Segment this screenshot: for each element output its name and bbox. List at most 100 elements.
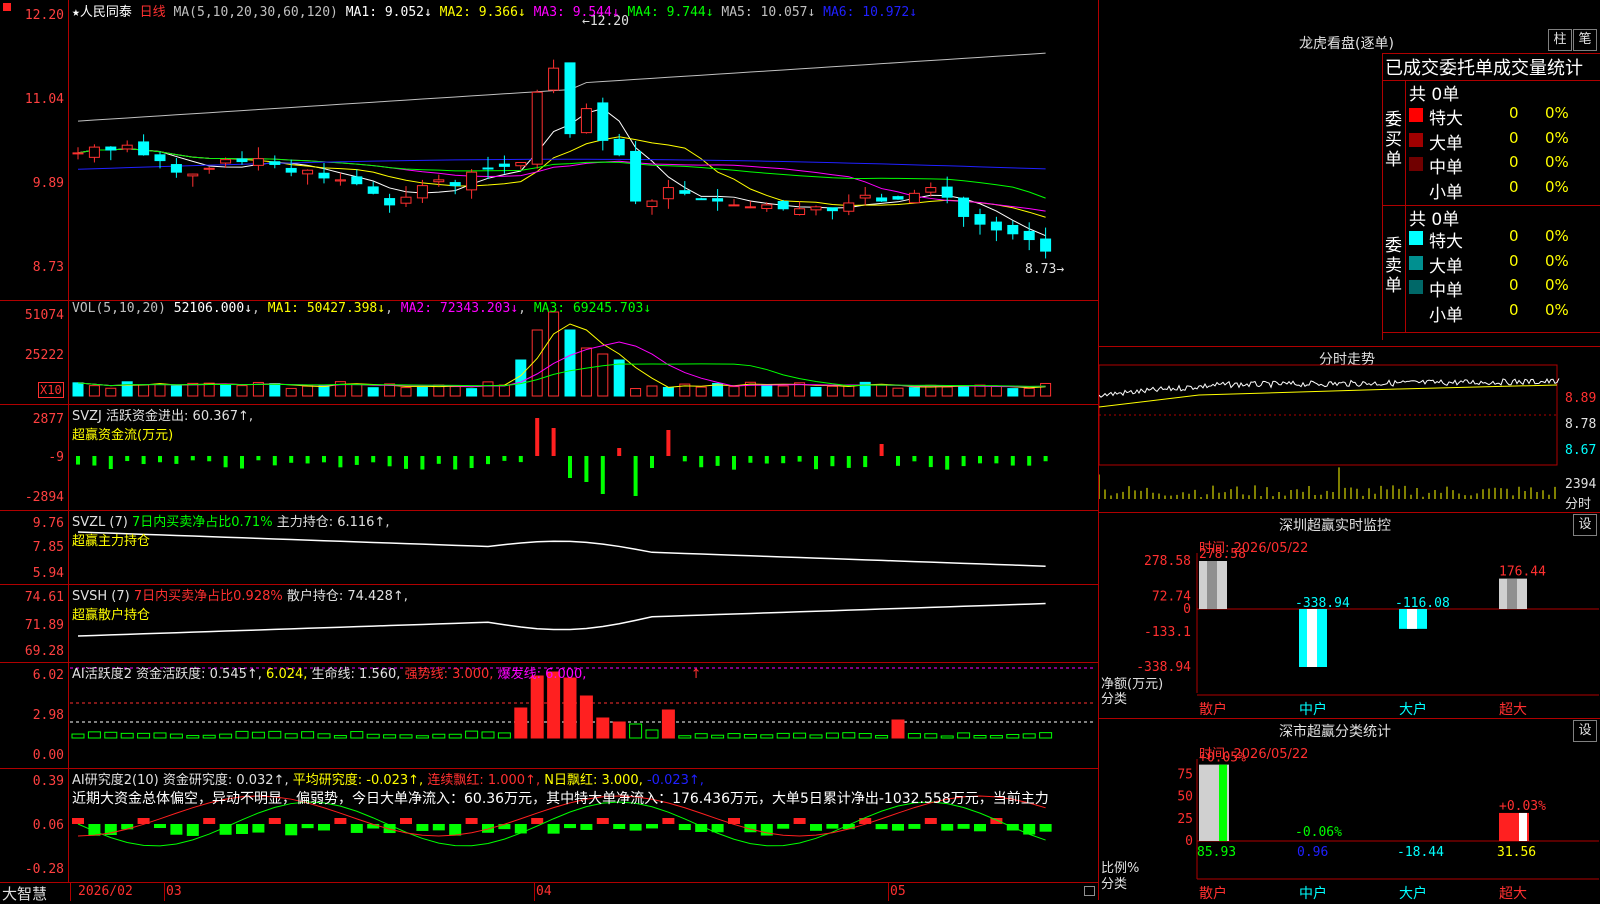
sell-side-label: 委卖单 — [1385, 236, 1402, 296]
flow-bar — [338, 456, 343, 468]
activity-bar — [776, 732, 790, 739]
price-pane[interactable]: 12.20 11.04 9.89 8.73 ★人民同泰 日线 MA(5,10,2… — [0, 0, 1098, 301]
ai-active-header: AI活跃度2 资金活跃度: 0.545↑, 6.024, 生命线: 1.560,… — [72, 663, 702, 682]
activity-bar — [645, 729, 659, 739]
activity-bar — [235, 730, 249, 739]
flow-bar — [666, 430, 671, 456]
volume-bar — [367, 387, 379, 397]
sz-classify-chart[interactable]: 75 50 25 0 +0.05% 85.93 散户 -0.06% 0.96 中户 -18.44 大户… — [1099, 719, 1600, 901]
volume-bar — [826, 385, 838, 397]
candle — [695, 198, 707, 201]
volume-bar — [449, 386, 461, 397]
x-label: 03 — [166, 884, 182, 899]
vol-ma-line — [77, 323, 1046, 389]
candle — [580, 108, 592, 134]
volume-bar — [580, 347, 592, 397]
lock-icon[interactable] — [1084, 886, 1095, 896]
monitor-value-label: 176.44 — [1499, 565, 1546, 580]
classify-bar-shade — [1519, 812, 1527, 841]
research-bar — [72, 818, 84, 824]
sz-classify-panel[interactable]: 深市超赢分类统计 设 时间: 2026/05/22 75 50 25 0 +0.05% 8… — [1099, 718, 1600, 901]
research-bar — [121, 824, 134, 830]
activity-bar — [153, 732, 167, 739]
bar-mode-button[interactable]: 柱 — [1548, 29, 1572, 51]
volume-bar — [810, 387, 822, 397]
candle — [810, 206, 822, 211]
svzl-pane[interactable]: 9.76 7.85 5.94 SVZL (7) 7日内买卖净占比0.71% 主力… — [0, 510, 1098, 585]
candle — [121, 144, 133, 150]
flow-bar — [568, 456, 572, 478]
candle — [876, 197, 888, 202]
volume-bar — [138, 384, 150, 397]
vol-ma2: MA2: 72343.203↓ — [400, 301, 519, 316]
order-color-swatch — [1409, 255, 1423, 270]
volume-bar — [203, 382, 215, 397]
classify-top-label: +0.05% — [1199, 751, 1246, 766]
ma5-line — [77, 52, 1046, 122]
activity-bar — [530, 675, 544, 739]
vol-ma1: MA1: 50427.398↓ — [267, 301, 386, 316]
order-type-label: 中单 — [1429, 281, 1463, 301]
ai-active-pane[interactable]: 6.02 2.98 0.00 AI活跃度2 资金活跃度: 0.545↑, 6.0… — [0, 662, 1098, 769]
monitor-bar-shade — [1207, 561, 1217, 609]
ai-research-label4: N日飘红: 3.000, — [544, 773, 643, 788]
ai-commentary: 近期大资金总体偏空，异动不明显，偏弱势，今日大单净流入：60.36万元，其中特大… — [72, 791, 1049, 807]
activity-bar — [333, 735, 347, 739]
research-bar — [646, 824, 658, 829]
research-bar — [1039, 824, 1052, 832]
flow-bar — [535, 418, 540, 456]
svsh-pane[interactable]: 74.61 71.89 69.28 SVSH (7) 7日内买卖净占比0.928… — [0, 584, 1098, 663]
ai-research-pane[interactable]: 0.39 0.06 -0.28 AI研究度2(10) 资金研究度: 0.032↑… — [0, 768, 1098, 882]
flow-bar — [486, 456, 490, 465]
tick-mode-button[interactable]: 笔 — [1573, 29, 1597, 51]
candle — [220, 159, 232, 164]
volume-header: VOL(5,10,20) 52106.000↓, MA1: 50427.398↓… — [72, 301, 652, 316]
flow-bar — [764, 456, 769, 464]
volume-bar — [908, 387, 920, 397]
flow-bar — [272, 456, 277, 466]
flow-bar — [781, 456, 786, 464]
candle — [252, 158, 264, 166]
activity-bar — [727, 733, 741, 739]
svzj-pane[interactable]: 2877 -9 -2894 SVZJ 活跃资金进出: 60.367↑, 超赢资金… — [0, 404, 1098, 511]
intraday-panel[interactable]: 分时走势 8.89 8.78 8.67 2394 分时 — [1099, 346, 1600, 513]
volume-bar — [302, 385, 314, 397]
ai-active-label1: 资金活跃度: 0.545↑, — [136, 667, 262, 682]
order-color-swatch — [1409, 280, 1423, 294]
period-label[interactable]: 日线 — [140, 5, 166, 20]
research-bar — [793, 818, 806, 824]
ai-active-label3: 生命线: 1.560, — [311, 667, 401, 682]
price-chart[interactable] — [0, 0, 1098, 300]
research-bar — [400, 818, 412, 824]
volume-bar — [466, 388, 478, 397]
volume-bar — [564, 329, 576, 397]
order-type-label: 小单 — [1429, 305, 1463, 326]
volume-bar — [88, 385, 100, 397]
flow-bar — [650, 456, 654, 468]
avg-research-line — [77, 801, 1046, 847]
stock-name[interactable]: 人民同泰 — [80, 5, 132, 20]
sz-classify-xlabel: 分类 — [1101, 877, 1128, 892]
sz-monitor-panel[interactable]: 深圳超赢实时监控 设 时间: 2026/05/22 278.58 72.74 0 -1… — [1099, 512, 1600, 719]
monitor-bar-shade — [1507, 578, 1517, 609]
activity-bar — [678, 735, 692, 739]
intraday-chart[interactable] — [1099, 347, 1600, 513]
svzj-subtitle: 超赢资金流(万元) — [72, 428, 174, 443]
ai-research-label5: -0.023↑, — [646, 773, 704, 788]
volume-bar — [876, 384, 888, 397]
sz-monitor-chart[interactable]: 278.5872.740-133.1-338.94278.58散户-338.94… — [1099, 513, 1600, 719]
star-icon[interactable]: ★ — [72, 5, 80, 20]
research-bar — [301, 824, 314, 829]
brand-label: 大智慧 — [2, 885, 48, 903]
candle — [318, 172, 330, 179]
activity-bar — [596, 717, 610, 739]
activity-bar — [809, 734, 823, 739]
volume-pane[interactable]: 51074 25222 X10 VOL(5,10,20) 52106.000↓,… — [0, 300, 1098, 405]
svzl-label1: 7日内买卖净占比0.71% — [131, 515, 273, 530]
flow-bar — [732, 456, 736, 470]
flow-bar — [76, 456, 80, 465]
x-label: 2026/02 — [78, 884, 133, 899]
flow-bar — [141, 456, 146, 465]
svzl-header: SVZL (7) 7日内买卖净占比0.71% 主力持仓: 6.116↑, 超赢主… — [72, 511, 389, 549]
classify-tick: 0 — [1185, 834, 1193, 849]
